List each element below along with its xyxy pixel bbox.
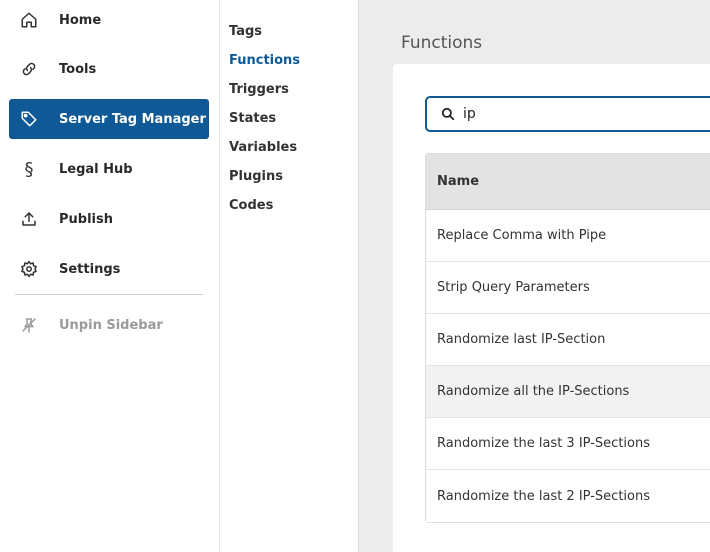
link-icon xyxy=(9,60,49,78)
sidebar-divider xyxy=(15,294,203,295)
table-row[interactable]: Replace Comma with Pipe xyxy=(426,210,710,262)
unpin-icon xyxy=(9,316,49,334)
section-icon: § xyxy=(24,158,34,180)
table-row[interactable]: Randomize last IP-Section xyxy=(426,314,710,366)
unpin-sidebar-button[interactable]: Unpin Sidebar xyxy=(9,305,209,345)
sidebar-item-label: Tools xyxy=(59,61,97,77)
main-content: Functions Name Replace Comma with Pipe S… xyxy=(359,0,710,552)
subnav-item-variables[interactable]: Variables xyxy=(229,140,297,155)
sidebar: Home Tools Server Tag Manager § Legal Hu… xyxy=(0,0,220,552)
table-row[interactable]: Randomize the last 3 IP-Sections xyxy=(426,418,710,470)
subnav-item-triggers[interactable]: Triggers xyxy=(229,82,289,97)
search-input[interactable] xyxy=(463,106,663,122)
subnav-item-states[interactable]: States xyxy=(229,111,276,126)
subnav-item-functions[interactable]: Functions xyxy=(229,53,300,68)
search-icon xyxy=(441,107,455,121)
sidebar-item-settings[interactable]: Settings xyxy=(9,249,209,289)
subnav-item-codes[interactable]: Codes xyxy=(229,198,273,213)
table-row[interactable]: Strip Query Parameters xyxy=(426,262,710,314)
sidebar-item-legal-hub[interactable]: § Legal Hub xyxy=(9,149,209,189)
sub-navigation: Tags Functions Triggers States Variables… xyxy=(220,0,359,552)
tag-icon xyxy=(9,110,49,128)
upload-icon xyxy=(9,210,49,228)
sidebar-item-server-tag-manager[interactable]: Server Tag Manager xyxy=(9,99,209,139)
functions-card: Name Replace Comma with Pipe Strip Query… xyxy=(393,64,710,552)
unpin-sidebar-label: Unpin Sidebar xyxy=(59,317,163,333)
sidebar-item-tools[interactable]: Tools xyxy=(9,49,209,89)
column-header-name[interactable]: Name xyxy=(426,154,710,210)
sidebar-item-label: Home xyxy=(59,12,102,28)
sidebar-item-label: Legal Hub xyxy=(59,161,133,177)
gear-icon xyxy=(9,260,49,278)
search-box[interactable] xyxy=(425,96,710,132)
sidebar-item-home[interactable]: Home xyxy=(9,0,209,40)
sidebar-item-publish[interactable]: Publish xyxy=(9,199,209,239)
sidebar-item-label: Publish xyxy=(59,211,113,227)
subnav-item-tags[interactable]: Tags xyxy=(229,24,262,39)
table-row[interactable]: Randomize all the IP-Sections xyxy=(426,366,710,418)
table-row[interactable]: Randomize the last 2 IP-Sections xyxy=(426,470,710,522)
functions-table: Name Replace Comma with Pipe Strip Query… xyxy=(425,153,710,523)
home-icon xyxy=(9,11,49,29)
sidebar-item-label: Server Tag Manager xyxy=(59,111,206,127)
page-title: Functions xyxy=(401,33,483,53)
subnav-item-plugins[interactable]: Plugins xyxy=(229,169,283,184)
sidebar-item-label: Settings xyxy=(59,261,121,277)
